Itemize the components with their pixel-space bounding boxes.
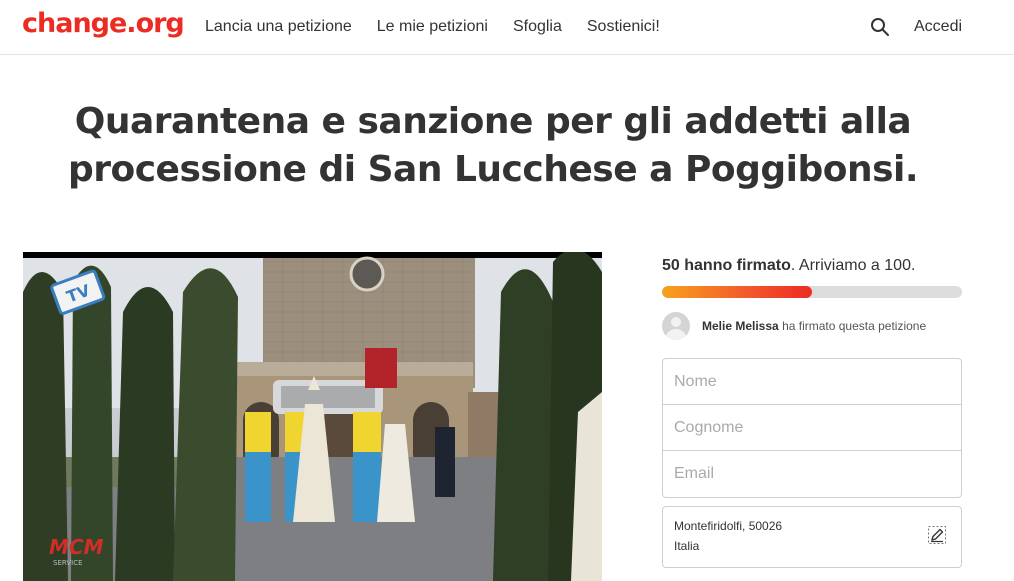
nav-browse[interactable]: Sfoglia [513,18,562,36]
location-field[interactable]: Montefiridolfi, 50026 Italia [662,506,962,568]
signed-count: 50 hanno firmato [662,257,791,274]
nav-support-us[interactable]: Sostienici! [587,18,660,36]
video-watermark-sub: SERVICE [53,559,83,567]
nav-start-petition[interactable]: Lancia una petizione [205,18,352,36]
main-nav: Lancia una petizione Le mie petizioni Sf… [205,18,685,36]
location-city: Montefiridolfi, 50026 [674,519,783,533]
first-name-field[interactable] [663,359,961,405]
recent-signer-name: Melie Melissa [702,319,779,333]
signature-progress-bar [662,286,962,298]
signature-count: 50 hanno firmato. Arriviamo a 100. [662,257,915,275]
signature-goal: . Arriviamo a 100. [790,257,916,274]
avatar [662,312,690,340]
signature-progress-fill [662,286,812,298]
edit-pencil-icon[interactable] [927,525,947,545]
last-name-field[interactable] [663,405,961,451]
top-navigation-bar: change.org Lancia una petizione Le mie p… [0,0,1014,55]
petition-video[interactable]: TV MCM SERVICE [23,252,602,581]
petition-title: Quarantena e sanzione per gli addetti al… [67,101,919,190]
recent-signer-suffix: ha firmato questa petizione [782,319,927,333]
email-field[interactable] [663,451,961,497]
nav-my-petitions[interactable]: Le mie petizioni [377,18,488,36]
recent-signer: Melie Melissa ha firmato questa petizion… [662,312,926,340]
search-icon[interactable] [870,17,890,37]
login-link[interactable]: Accedi [914,18,962,36]
video-watermark: MCM [49,535,104,559]
location-country: Italia [674,539,700,553]
sign-form [662,358,962,498]
change-org-logo[interactable]: change.org [22,8,185,39]
